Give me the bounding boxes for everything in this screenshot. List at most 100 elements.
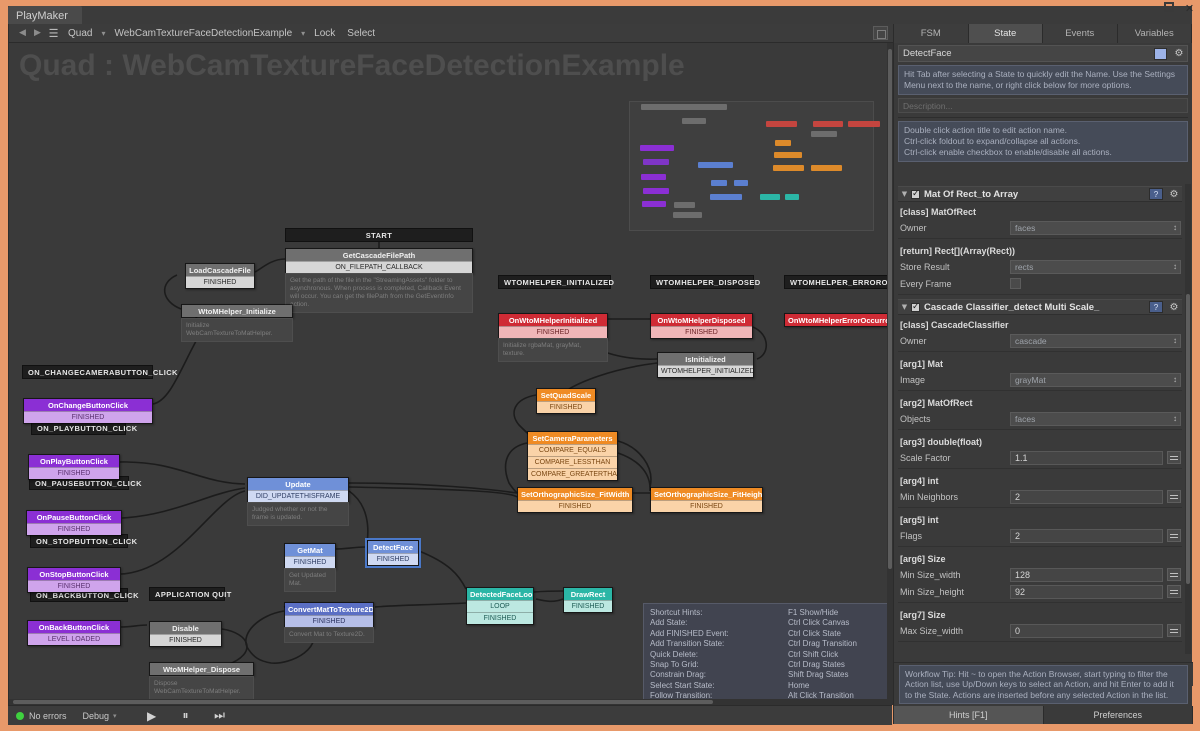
action-header[interactable]: ▼ Cascade Classifier_detect Multi Scale_?… bbox=[898, 299, 1182, 315]
state-node[interactable]: DetectFace FINISHED bbox=[365, 538, 421, 568]
action-header[interactable]: ▼ Mat Of Rect_to Array?⚙ bbox=[898, 186, 1182, 202]
param-variable-toggle-icon[interactable] bbox=[1167, 585, 1181, 598]
play-button[interactable]: ▶ bbox=[135, 709, 169, 723]
state-node[interactable]: DetectedFaceLoop LOOP FINISHED bbox=[466, 587, 534, 625]
state-name-row[interactable]: DetectFace ⚙ bbox=[898, 45, 1188, 62]
state-transition-row[interactable]: WTOMHELPER_INITIALIZED bbox=[658, 365, 753, 377]
state-transition-row[interactable]: COMPARE_EQUALS bbox=[528, 444, 617, 456]
action-enabled-checkbox[interactable] bbox=[911, 301, 920, 312]
state-node[interactable]: LoadCascadeFile FINISHED bbox=[185, 263, 255, 289]
debug-dropdown[interactable]: Debug bbox=[83, 711, 110, 721]
state-node[interactable]: GetCascadeFilePath ON_FILEPATH_CALLBACK bbox=[285, 248, 473, 274]
event-label[interactable]: WTOMHELPER_INITIALIZED bbox=[498, 275, 614, 289]
state-transition-row[interactable]: COMPARE_LESSTHAN bbox=[528, 456, 617, 468]
state-node[interactable]: ConvertMatToTexture2D FINISHED bbox=[284, 602, 374, 628]
param-select[interactable]: grayMat bbox=[1010, 372, 1181, 387]
owner-dropdown[interactable]: Quad bbox=[62, 25, 98, 42]
state-node[interactable]: OnBackButtonClick LEVEL LOADED bbox=[27, 620, 121, 646]
bottom-tab[interactable]: Preferences bbox=[1043, 706, 1193, 724]
bottom-tab[interactable]: Hints [F1] bbox=[894, 706, 1044, 724]
param-input[interactable]: 92 bbox=[1010, 584, 1163, 599]
state-transition-row[interactable]: FINISHED bbox=[467, 612, 533, 624]
state-transition-row[interactable]: DID_UPDATETHISFRAME bbox=[248, 490, 348, 502]
state-transition-row[interactable]: FINISHED bbox=[368, 553, 418, 565]
state-node[interactable]: OnWtoMHelperInitialized FINISHED bbox=[498, 313, 608, 339]
back-icon[interactable]: ◀ bbox=[15, 28, 30, 38]
inspector-tab-events[interactable]: Events bbox=[1043, 24, 1118, 43]
state-transition-row[interactable]: COMPARE_GREATERTHAN bbox=[528, 468, 617, 480]
chevron-down-icon[interactable]: ▼ bbox=[898, 190, 911, 198]
state-node[interactable]: OnPlayButtonClick FINISHED bbox=[28, 454, 120, 480]
state-node[interactable]: OnStopButtonClick FINISHED bbox=[27, 567, 121, 593]
param-select[interactable]: rects bbox=[1010, 259, 1181, 274]
state-transition-row[interactable]: FINISHED bbox=[27, 523, 121, 535]
state-node[interactable]: OnChangeButtonClick FINISHED bbox=[23, 398, 153, 424]
chevron-down-icon[interactable]: ▾ bbox=[98, 29, 108, 38]
window-controls[interactable]: ✕ bbox=[1164, 2, 1196, 15]
gear-icon[interactable]: ⚙ bbox=[1166, 302, 1182, 313]
param-variable-toggle-icon[interactable] bbox=[1167, 568, 1181, 581]
param-variable-toggle-icon[interactable] bbox=[1167, 451, 1181, 464]
state-transition-row[interactable]: FINISHED bbox=[186, 276, 254, 288]
state-node[interactable]: Update DID_UPDATETHISFRAME bbox=[247, 477, 349, 503]
state-node[interactable]: WtoMHelper_Initialize bbox=[181, 304, 293, 318]
help-icon[interactable]: ? bbox=[1149, 188, 1163, 200]
gear-icon[interactable]: ⚙ bbox=[1171, 48, 1187, 59]
action-list[interactable]: ▼Mat Of Rect_to Array?⚙[class] MatOfRect… bbox=[894, 182, 1186, 656]
param-input[interactable]: 2 bbox=[1010, 489, 1163, 504]
event-label[interactable]: WTOMHELPER_ERROROCCURRED bbox=[784, 275, 893, 289]
state-transition-row[interactable]: LEVEL LOADED bbox=[28, 633, 120, 645]
action-enabled-checkbox[interactable] bbox=[911, 188, 920, 199]
tab-playmaker[interactable]: PlayMaker bbox=[8, 6, 82, 24]
layout-toggle-icon[interactable] bbox=[873, 26, 888, 40]
state-transition-row[interactable]: LOOP bbox=[467, 600, 533, 612]
param-input[interactable]: 1.1 bbox=[1010, 450, 1163, 465]
event-label[interactable]: START bbox=[285, 228, 473, 242]
fsm-minimap[interactable] bbox=[629, 101, 880, 231]
state-transition-row[interactable]: FINISHED bbox=[518, 500, 632, 512]
chevron-down-icon[interactable]: ▼ bbox=[898, 303, 911, 311]
state-node[interactable]: SetCameraParameters COMPARE_EQUALS COMPARE… bbox=[527, 431, 618, 481]
inspector-tab-fsm[interactable]: FSM bbox=[894, 24, 969, 43]
state-node[interactable]: SetOrthographicSize_FitHeight FINISHED bbox=[650, 487, 763, 513]
param-checkbox[interactable] bbox=[1010, 278, 1021, 289]
state-node[interactable]: GetMat FINISHED bbox=[284, 543, 336, 569]
fsm-canvas[interactable]: Quad : WebCamTextureFaceDetectionExample bbox=[9, 43, 893, 705]
fsm-dropdown[interactable]: WebCamTextureFaceDetectionExample bbox=[108, 25, 298, 42]
state-node[interactable]: WtoMHelper_Dispose bbox=[149, 662, 254, 676]
inspector-tab-variables[interactable]: Variables bbox=[1117, 24, 1192, 43]
state-name-field[interactable]: DetectFace bbox=[899, 48, 1154, 59]
state-transition-row[interactable]: FINISHED bbox=[285, 615, 373, 627]
minimize-icon[interactable] bbox=[1164, 2, 1177, 15]
inspector-tabs[interactable]: FSM State Events Variables bbox=[894, 24, 1192, 43]
inspector-bottom-tabs[interactable]: Hints [F1] Preferences bbox=[894, 706, 1193, 724]
state-transition-row[interactable]: FINISHED bbox=[285, 556, 335, 568]
help-icon[interactable]: ? bbox=[1149, 301, 1163, 313]
close-icon[interactable]: ✕ bbox=[1183, 2, 1196, 15]
state-node[interactable]: OnPauseButtonClick FINISHED bbox=[26, 510, 122, 536]
gear-icon[interactable]: ⚙ bbox=[1166, 189, 1182, 200]
state-node[interactable]: Disable FINISHED bbox=[149, 621, 222, 647]
state-transition-row[interactable]: FINISHED bbox=[29, 467, 119, 479]
state-transition-row[interactable]: FINISHED bbox=[651, 500, 762, 512]
menu-icon[interactable]: ☰ bbox=[45, 27, 62, 40]
state-node[interactable]: SetOrthographicSize_FitWidth FINISHED bbox=[517, 487, 633, 513]
state-transition-row[interactable]: FINISHED bbox=[28, 580, 120, 592]
event-label[interactable]: ON_CHANGECAMERABUTTON_CLICK bbox=[22, 365, 177, 379]
state-transition-row[interactable]: FINISHED bbox=[564, 600, 612, 612]
state-transition-row[interactable]: FINISHED bbox=[499, 326, 607, 338]
event-label[interactable]: APPLICATION QUIT bbox=[149, 587, 231, 601]
inspector-tab-state[interactable]: State bbox=[968, 24, 1043, 43]
param-input[interactable]: 0 bbox=[1010, 623, 1163, 638]
state-node[interactable]: SetQuadScale FINISHED bbox=[536, 388, 596, 414]
chevron-down-icon-2[interactable]: ▾ bbox=[298, 29, 308, 38]
state-transition-row[interactable]: FINISHED bbox=[150, 634, 221, 646]
param-input[interactable]: 128 bbox=[1010, 567, 1163, 582]
lock-button[interactable]: Lock bbox=[308, 25, 341, 42]
state-node[interactable]: IsInitialized WTOMHELPER_INITIALIZED bbox=[657, 352, 754, 378]
event-label[interactable]: ON_STOPBUTTON_CLICK bbox=[30, 534, 137, 548]
state-node[interactable]: OnWtoMHelperErrorOccurred bbox=[784, 313, 893, 327]
param-select[interactable]: faces bbox=[1010, 220, 1181, 235]
select-button[interactable]: Select bbox=[341, 25, 381, 42]
state-node[interactable]: DrawRect FINISHED bbox=[563, 587, 613, 613]
